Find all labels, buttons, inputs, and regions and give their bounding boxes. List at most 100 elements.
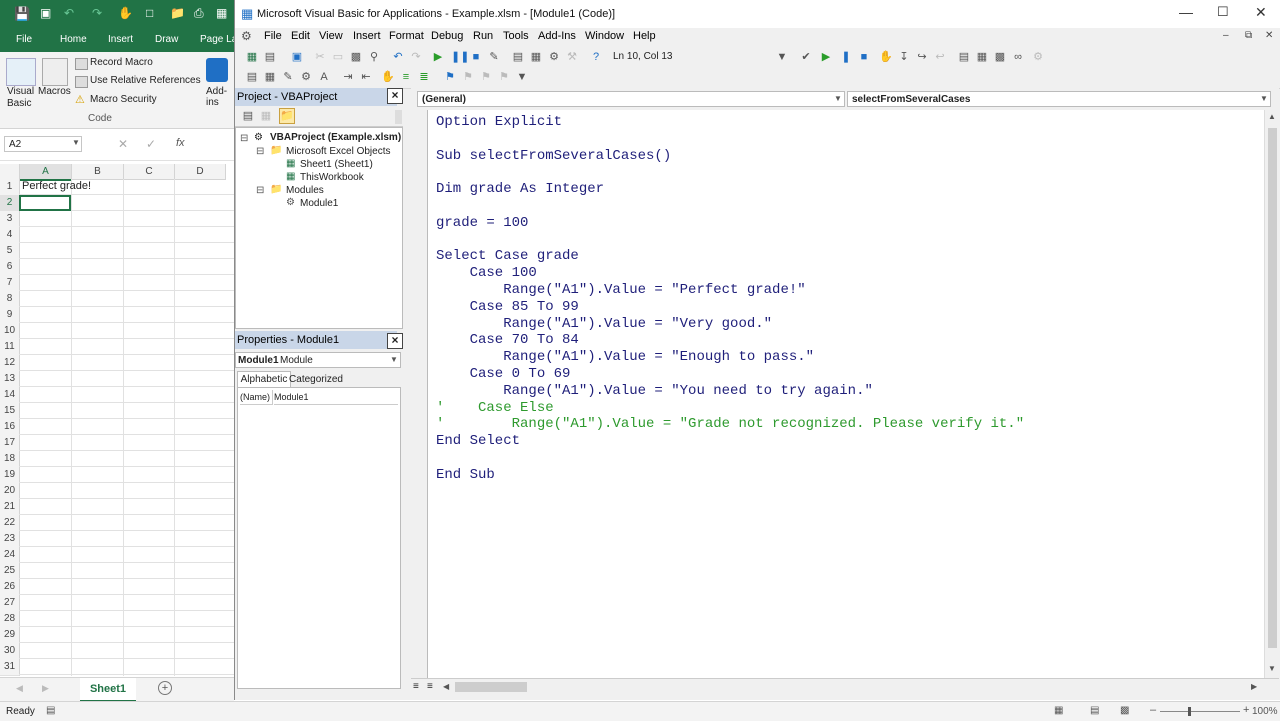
code-line[interactable]: Case 70 To 84 xyxy=(436,332,579,348)
project-tree[interactable]: ⊟ ⚙ VBAProject (Example.xlsm) ⊟ 📁 Micros… xyxy=(235,127,403,329)
zoom-slider[interactable] xyxy=(1160,711,1240,712)
properties-object-dropdown[interactable]: Module1 Module ▼ xyxy=(235,352,401,368)
debug-reset-icon[interactable]: ■ xyxy=(857,50,871,64)
macro-record-icon[interactable]: ▤ xyxy=(46,705,55,716)
addins-icon[interactable] xyxy=(206,58,228,82)
row-header[interactable]: 6 xyxy=(0,259,20,276)
tab-alphabetic[interactable]: Alphabetic xyxy=(237,371,291,388)
zoom-out-icon[interactable]: – xyxy=(1150,704,1156,716)
undo-icon[interactable]: ↶ xyxy=(64,6,74,20)
cut-icon[interactable]: ✂ xyxy=(313,50,327,64)
project-scroll-icon[interactable] xyxy=(395,110,402,124)
row-header[interactable]: 25 xyxy=(0,563,20,580)
menu-addins[interactable]: Add-Ins xyxy=(538,30,576,42)
toggle-bookmark-icon[interactable]: ⚑ xyxy=(443,70,457,84)
code-line[interactable]: Range("A1").Value = "Enough to pass." xyxy=(436,349,814,365)
code-line[interactable]: ' Range("A1").Value = "Grade not recogni… xyxy=(436,416,1024,432)
quick-save-icon[interactable]: ▦ xyxy=(216,6,227,20)
column-header-a[interactable]: A xyxy=(20,164,72,181)
project-explorer-icon[interactable]: ▤ xyxy=(511,50,525,64)
chevron-down-icon[interactable]: ▼ xyxy=(1260,94,1268,103)
h-scrollbar-thumb[interactable] xyxy=(455,682,527,692)
code-line[interactable]: Case 85 To 99 xyxy=(436,299,579,315)
row-header[interactable]: 9 xyxy=(0,307,20,324)
column-header-b[interactable]: B xyxy=(72,164,124,180)
save-icon[interactable]: 💾 xyxy=(14,6,30,22)
code-line[interactable]: Select Case grade xyxy=(436,248,579,264)
insert-function-button[interactable]: fx xyxy=(176,137,185,149)
row-header[interactable]: 11 xyxy=(0,339,20,356)
row-header[interactable]: 2 xyxy=(0,195,20,212)
page-break-view-icon[interactable]: ▩ xyxy=(1120,705,1129,716)
row-header[interactable]: 22 xyxy=(0,515,20,532)
object-dropdown[interactable]: (General) ▼ xyxy=(417,91,845,107)
break-icon[interactable]: ❚❚ xyxy=(451,50,469,64)
scrollbar-thumb[interactable] xyxy=(1268,128,1277,648)
chevron-down-icon[interactable]: ▼ xyxy=(390,355,398,364)
row-header[interactable]: 30 xyxy=(0,643,20,660)
step-into-icon[interactable]: ↧ xyxy=(897,50,911,64)
paste-icon[interactable]: ▩ xyxy=(349,50,363,64)
collapse-icon[interactable]: ⊟ xyxy=(256,185,264,196)
enter-icon[interactable]: ✓ xyxy=(146,137,156,151)
row-header[interactable]: 21 xyxy=(0,499,20,516)
quick-info-icon[interactable]: ✎ xyxy=(281,70,295,84)
code-line[interactable]: Sub selectFromSeveralCases() xyxy=(436,148,671,164)
open-folder-icon[interactable]: 📁 xyxy=(170,6,185,20)
relative-references-button[interactable]: Use Relative References xyxy=(90,75,201,86)
horizontal-scrollbar[interactable]: ≡ ≡ ◀ ▶ xyxy=(411,678,1279,695)
zoom-in-icon[interactable]: + xyxy=(1243,704,1249,716)
sheet-tab-sheet1[interactable]: Sheet1 xyxy=(80,678,136,702)
zoom-level[interactable]: 100% xyxy=(1252,706,1278,717)
vertical-scrollbar[interactable]: ▲ ▼ xyxy=(1264,110,1280,678)
row-header[interactable]: 23 xyxy=(0,531,20,548)
scroll-down-icon[interactable]: ▼ xyxy=(1268,664,1276,673)
row-header[interactable]: 12 xyxy=(0,355,20,372)
row-header[interactable]: 26 xyxy=(0,579,20,596)
row-header[interactable]: 28 xyxy=(0,611,20,628)
uncomment-block-icon[interactable]: ≣ xyxy=(417,70,431,84)
row-header[interactable]: 18 xyxy=(0,451,20,468)
collapse-icon[interactable]: ⊟ xyxy=(240,133,248,144)
clear-bookmarks-icon[interactable]: ⚑ xyxy=(497,70,511,84)
mdi-close-icon[interactable]: ✕ xyxy=(1265,30,1273,41)
code-line[interactable]: Range("A1").Value = "Perfect grade!" xyxy=(436,282,805,298)
tree-thisworkbook[interactable]: ThisWorkbook xyxy=(300,172,364,183)
procedure-dropdown[interactable]: selectFromSeveralCases ▼ xyxy=(847,91,1271,107)
worksheet-grid[interactable]: A B C D 1 2 3 4 5 6 7 8 9 10 11 12 13 14 15 16 17 18 19 20 2… xyxy=(0,164,234,676)
macro-security-button[interactable]: Macro Security xyxy=(90,94,157,105)
row-header[interactable]: 4 xyxy=(0,227,20,244)
row-header[interactable]: 14 xyxy=(0,387,20,404)
procedure-view-icon[interactable]: ≡ xyxy=(413,681,419,692)
comment-block-icon[interactable]: ≡ xyxy=(399,70,413,84)
row-header[interactable]: 8 xyxy=(0,291,20,308)
immediate-window-icon[interactable]: ▦ xyxy=(975,50,989,64)
ribbon-tab-draw[interactable]: Draw xyxy=(155,34,178,45)
menu-insert[interactable]: Insert xyxy=(353,30,381,42)
complete-word-icon[interactable]: A xyxy=(317,70,331,84)
row-header[interactable]: 15 xyxy=(0,403,20,420)
code-line[interactable]: Dim grade As Integer xyxy=(436,181,604,197)
help-icon[interactable]: ? xyxy=(589,50,603,64)
code-line[interactable]: End Select xyxy=(436,433,520,449)
record-macro-button[interactable]: Record Macro xyxy=(90,57,153,68)
code-line[interactable]: Option Explicit xyxy=(436,114,562,130)
macros-icon[interactable] xyxy=(42,58,68,86)
row-header[interactable]: 10 xyxy=(0,323,20,340)
row-header[interactable]: 16 xyxy=(0,419,20,436)
scroll-up-icon[interactable]: ▲ xyxy=(1268,112,1276,121)
visual-basic-button[interactable]: Visual Basic xyxy=(7,86,35,110)
addins-button[interactable]: Add-ins xyxy=(206,86,232,108)
tree-modules[interactable]: Modules xyxy=(286,185,324,196)
tree-excel-objects[interactable]: Microsoft Excel Objects xyxy=(286,146,390,157)
property-name-value[interactable]: Module1 xyxy=(274,390,398,405)
tree-root[interactable]: VBAProject (Example.xlsm) xyxy=(270,132,401,143)
code-line[interactable]: Range("A1").Value = "You need to try aga… xyxy=(436,383,873,399)
close-icon[interactable]: ✕ xyxy=(1255,4,1267,21)
menu-debug[interactable]: Debug xyxy=(431,30,463,42)
debug-compile-icon[interactable]: ✔ xyxy=(799,50,813,64)
row-header[interactable]: 27 xyxy=(0,595,20,612)
ribbon-tab-file[interactable]: File xyxy=(16,34,32,45)
save-icon[interactable]: ▣ xyxy=(290,50,304,64)
outdent-icon[interactable]: ⇤ xyxy=(359,70,373,84)
